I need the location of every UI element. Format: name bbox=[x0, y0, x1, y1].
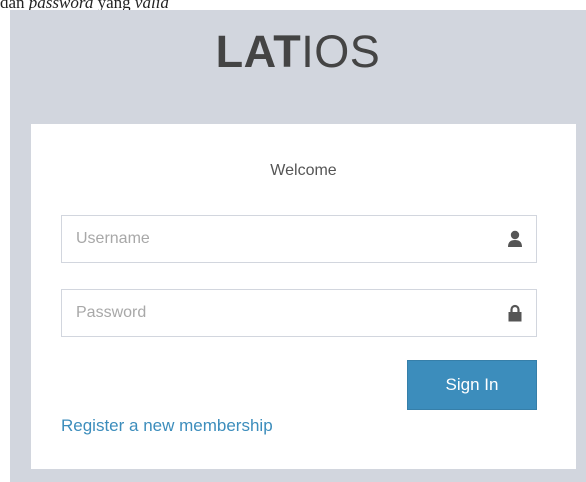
register-link[interactable]: Register a new membership bbox=[61, 416, 273, 436]
logo-bold-part: LAT bbox=[215, 26, 302, 77]
username-input[interactable] bbox=[62, 216, 482, 262]
login-box: Welcome Sign In Register a new membershi… bbox=[31, 124, 576, 469]
lock-icon bbox=[508, 304, 522, 322]
welcome-message: Welcome bbox=[270, 162, 337, 179]
password-field bbox=[61, 289, 537, 337]
login-page: LATIOS Welcome Sign In Register a new me… bbox=[10, 10, 586, 482]
app-logo: LATIOS bbox=[10, 28, 586, 76]
user-icon bbox=[508, 230, 522, 247]
logo-normal-part: IOS bbox=[301, 26, 381, 77]
sign-in-button[interactable]: Sign In bbox=[407, 360, 537, 410]
username-field bbox=[61, 215, 537, 263]
password-input[interactable] bbox=[62, 290, 482, 336]
